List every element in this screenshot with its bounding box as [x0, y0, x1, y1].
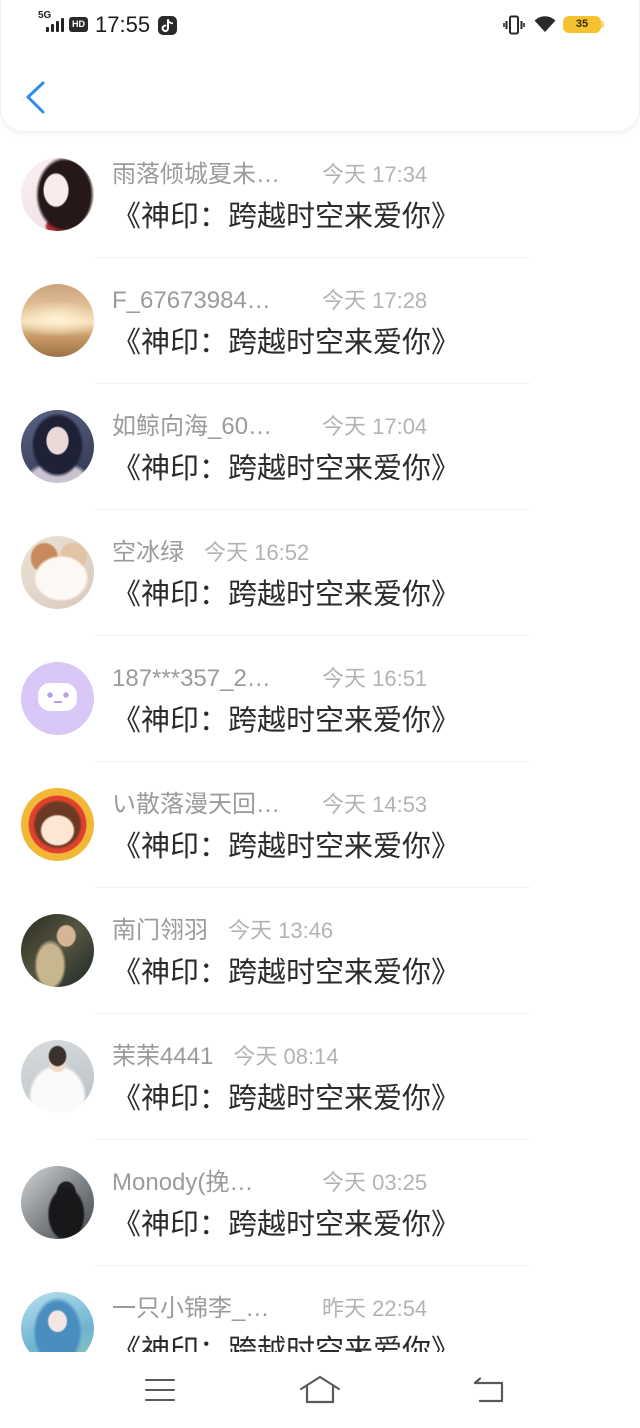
book-title: 《神印：跨越时空来爱你》	[112, 705, 461, 737]
list-item[interactable]: 雨落倾城夏未… 今天 17:34 《神印：跨越时空来爱你》	[0, 132, 640, 258]
chevron-left-icon	[26, 81, 45, 114]
user-name: 茉茉4441	[112, 1043, 214, 1070]
status-bar: 5G HD 17:55 35	[1, 0, 639, 50]
item-meta: 空冰绿 今天 16:52	[112, 538, 309, 568]
user-list[interactable]: 雨落倾城夏未… 今天 17:34 《神印：跨越时空来爱你》 F_67673984… 今天…	[0, 132, 640, 1352]
item-meta: 如鲸向海_60… 今天 17:04	[112, 412, 427, 442]
timestamp: 昨天 22:54	[322, 1296, 428, 1321]
book-title: 《神印：跨越时空来爱你》	[112, 1083, 461, 1115]
book-title: 《神印：跨越时空来爱你》	[112, 579, 461, 611]
status-time: 17:55	[95, 12, 151, 37]
book-title: 《神印：跨越时空来爱你》	[112, 831, 461, 863]
book-title: 《神印：跨越时空来爱你》	[112, 1335, 461, 1352]
timestamp: 今天 17:28	[322, 288, 428, 313]
user-name: 如鲸向海_60…	[112, 413, 273, 440]
user-name: 雨落倾城夏未…	[112, 161, 280, 188]
item-meta: 南门翎羽 今天 13:46	[112, 916, 333, 946]
battery-cap	[601, 21, 604, 28]
user-avatar[interactable]	[21, 158, 94, 231]
user-avatar[interactable]	[21, 536, 94, 609]
timestamp: 今天 13:46	[228, 918, 334, 943]
menu-icon[interactable]	[145, 1379, 175, 1401]
item-meta: 雨落倾城夏未… 今天 17:34	[112, 160, 427, 190]
list-item[interactable]: い散落漫天回… 今天 14:53 《神印：跨越时空来爱你》	[0, 762, 640, 888]
user-name: 一只小锦李_…	[112, 1295, 270, 1322]
user-avatar[interactable]	[21, 1292, 94, 1352]
user-avatar[interactable]	[21, 284, 94, 357]
timestamp: 今天 03:25	[322, 1170, 428, 1195]
user-name: い散落漫天回…	[112, 791, 280, 818]
wifi-icon	[533, 15, 557, 33]
user-avatar[interactable]	[21, 1040, 94, 1113]
book-title: 《神印：跨越时空来爱你》	[112, 1209, 461, 1241]
list-item[interactable]: 空冰绿 今天 16:52 《神印：跨越时空来爱你》	[0, 510, 640, 636]
item-meta: い散落漫天回… 今天 14:53	[112, 790, 427, 820]
list-item[interactable]: 187***357_2… 今天 16:51 《神印：跨越时空来爱你》	[0, 636, 640, 762]
list-item[interactable]: 如鲸向海_60… 今天 17:04 《神印：跨越时空来爱你》	[0, 384, 640, 510]
list-item[interactable]: 一只小锦李_… 昨天 22:54 《神印：跨越时空来爱你》	[0, 1266, 640, 1352]
item-meta: 一只小锦李_… 昨天 22:54	[112, 1294, 427, 1324]
return-icon[interactable]	[472, 1377, 505, 1404]
item-meta: 茉茉4441 今天 08:14	[112, 1042, 339, 1072]
list-item[interactable]: 南门翎羽 今天 13:46 《神印：跨越时空来爱你》	[0, 888, 640, 1014]
list-item[interactable]: 茉茉4441 今天 08:14 《神印：跨越时空来爱你》	[0, 1014, 640, 1140]
user-avatar[interactable]	[21, 914, 94, 987]
book-title: 《神印：跨越时空来爱你》	[112, 201, 461, 233]
book-title: 《神印：跨越时空来爱你》	[112, 957, 461, 989]
app-header: 5G HD 17:55 35	[0, 0, 640, 132]
item-meta: F_67673984… 今天 17:28	[112, 286, 427, 316]
item-meta: Monody(挽… 今天 03:25	[112, 1168, 427, 1198]
book-title: 《神印：跨越时空来爱你》	[112, 327, 461, 359]
user-name: 南门翎羽	[112, 917, 208, 944]
item-meta: 187***357_2… 今天 16:51	[112, 664, 427, 694]
user-name: F_67673984…	[112, 287, 271, 314]
tiktok-icon	[158, 16, 177, 35]
user-avatar[interactable]	[21, 1166, 94, 1239]
timestamp: 今天 16:51	[322, 666, 428, 691]
timestamp: 今天 17:34	[322, 162, 428, 187]
hd-badge: HD	[69, 17, 88, 32]
list-item[interactable]: Monody(挽… 今天 03:25 《神印：跨越时空来爱你》	[0, 1140, 640, 1266]
timestamp: 今天 14:53	[322, 792, 428, 817]
user-name: Monody(挽…	[112, 1169, 254, 1196]
user-avatar[interactable]	[21, 662, 94, 735]
user-avatar[interactable]	[21, 788, 94, 861]
signal-icon	[46, 18, 64, 32]
back-button[interactable]	[21, 78, 51, 118]
timestamp: 今天 17:04	[322, 414, 428, 439]
system-nav-bar	[0, 1352, 640, 1428]
book-title: 《神印：跨越时空来爱你》	[112, 453, 461, 485]
timestamp: 今天 16:52	[204, 540, 310, 565]
battery-icon: 35	[563, 16, 601, 33]
user-avatar[interactable]	[21, 410, 94, 483]
user-name: 187***357_2…	[112, 665, 271, 692]
list-item[interactable]: F_67673984… 今天 17:28 《神印：跨越时空来爱你》	[0, 258, 640, 384]
vibrate-icon	[503, 15, 525, 35]
timestamp: 今天 08:14	[233, 1044, 339, 1069]
user-name: 空冰绿	[112, 539, 184, 566]
home-icon[interactable]	[299, 1375, 341, 1405]
